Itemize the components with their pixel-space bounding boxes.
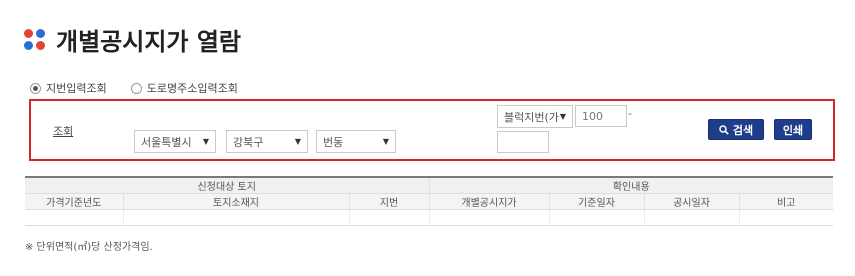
table-cell	[644, 209, 740, 226]
lot-type-select-value: 블럭지번(가	[504, 110, 559, 124]
chevron-down-icon: ▼	[294, 137, 301, 146]
dong-select[interactable]: 번동 ▼	[316, 130, 396, 153]
print-button-label: 인쇄	[782, 123, 804, 137]
footnote: ※ 단위면적(㎡)당 산정가격임.	[25, 242, 153, 253]
col-header-announce-date: 공시일자	[644, 193, 740, 210]
magnifier-icon	[719, 124, 729, 135]
bubeon-input[interactable]	[497, 131, 549, 153]
print-button[interactable]: 인쇄	[774, 119, 812, 140]
table-cell	[25, 209, 124, 226]
table-cell	[349, 209, 430, 226]
table-cell	[739, 209, 833, 226]
search-button[interactable]: 검색	[708, 119, 764, 140]
sido-select-value: 서울특별시	[141, 135, 192, 149]
chevron-down-icon: ▼	[382, 137, 389, 146]
col-header-land-location: 토지소재지	[123, 193, 350, 210]
search-label: 조회	[53, 125, 74, 138]
radio-lot-number-label: 지번입력조회	[46, 82, 107, 95]
radio-road-address[interactable]: 도로명주소입력조회	[130, 80, 238, 96]
radio-unchecked-icon[interactable]	[130, 82, 142, 94]
sigungu-select-value: 강북구	[233, 135, 264, 149]
dong-select-value: 번동	[323, 135, 344, 149]
lot-type-select[interactable]: 블럭지번(가 ▼	[497, 105, 573, 128]
table-cell	[429, 209, 550, 226]
sigungu-select[interactable]: 강북구 ▼	[226, 130, 308, 153]
sido-select[interactable]: 서울특별시 ▼	[134, 130, 216, 153]
dots-logo-icon	[24, 28, 46, 51]
bonbeon-input-value: 100	[582, 109, 603, 123]
search-form-box: 조회 서울특별시 ▼ 강북구 ▼ 번동 ▼ 블럭지번(가 ▼ 100 - 검색 …	[29, 99, 835, 161]
table-cell	[123, 209, 350, 226]
result-table: 신청대상 토지 확인내용 가격기준년도 토지소재지 지번 개별공시지가 기준일자…	[25, 176, 833, 226]
title-row: 개별공시지가 열람	[24, 22, 241, 57]
radio-checked-icon[interactable]	[30, 82, 41, 94]
col-header-remarks: 비고	[739, 193, 833, 210]
col-header-land-price: 개별공시지가	[429, 193, 550, 210]
group-header-confirmation: 확인내용	[429, 176, 833, 194]
table-row	[25, 209, 833, 226]
col-header-lot-number: 지번	[349, 193, 430, 210]
table-group-header-row: 신청대상 토지 확인내용	[25, 176, 833, 194]
search-mode-radios: 지번입력조회 도로명주소입력조회	[30, 80, 262, 96]
group-header-target-land: 신청대상 토지	[25, 176, 430, 194]
radio-road-address-label: 도로명주소입력조회	[146, 82, 238, 95]
lot-dash: -	[628, 107, 632, 120]
table-cell	[549, 209, 645, 226]
chevron-down-icon: ▼	[202, 137, 209, 146]
search-button-label: 검색	[732, 123, 754, 137]
col-header-base-date: 기준일자	[549, 193, 645, 210]
table-column-header-row: 가격기준년도 토지소재지 지번 개별공시지가 기준일자 공시일자 비고	[25, 193, 833, 210]
col-header-price-year: 가격기준년도	[25, 193, 124, 210]
radio-lot-number[interactable]: 지번입력조회	[30, 80, 107, 96]
bonbeon-input[interactable]: 100	[575, 105, 627, 127]
chevron-down-icon: ▼	[559, 112, 566, 121]
page-title: 개별공시지가 열람	[56, 28, 241, 56]
